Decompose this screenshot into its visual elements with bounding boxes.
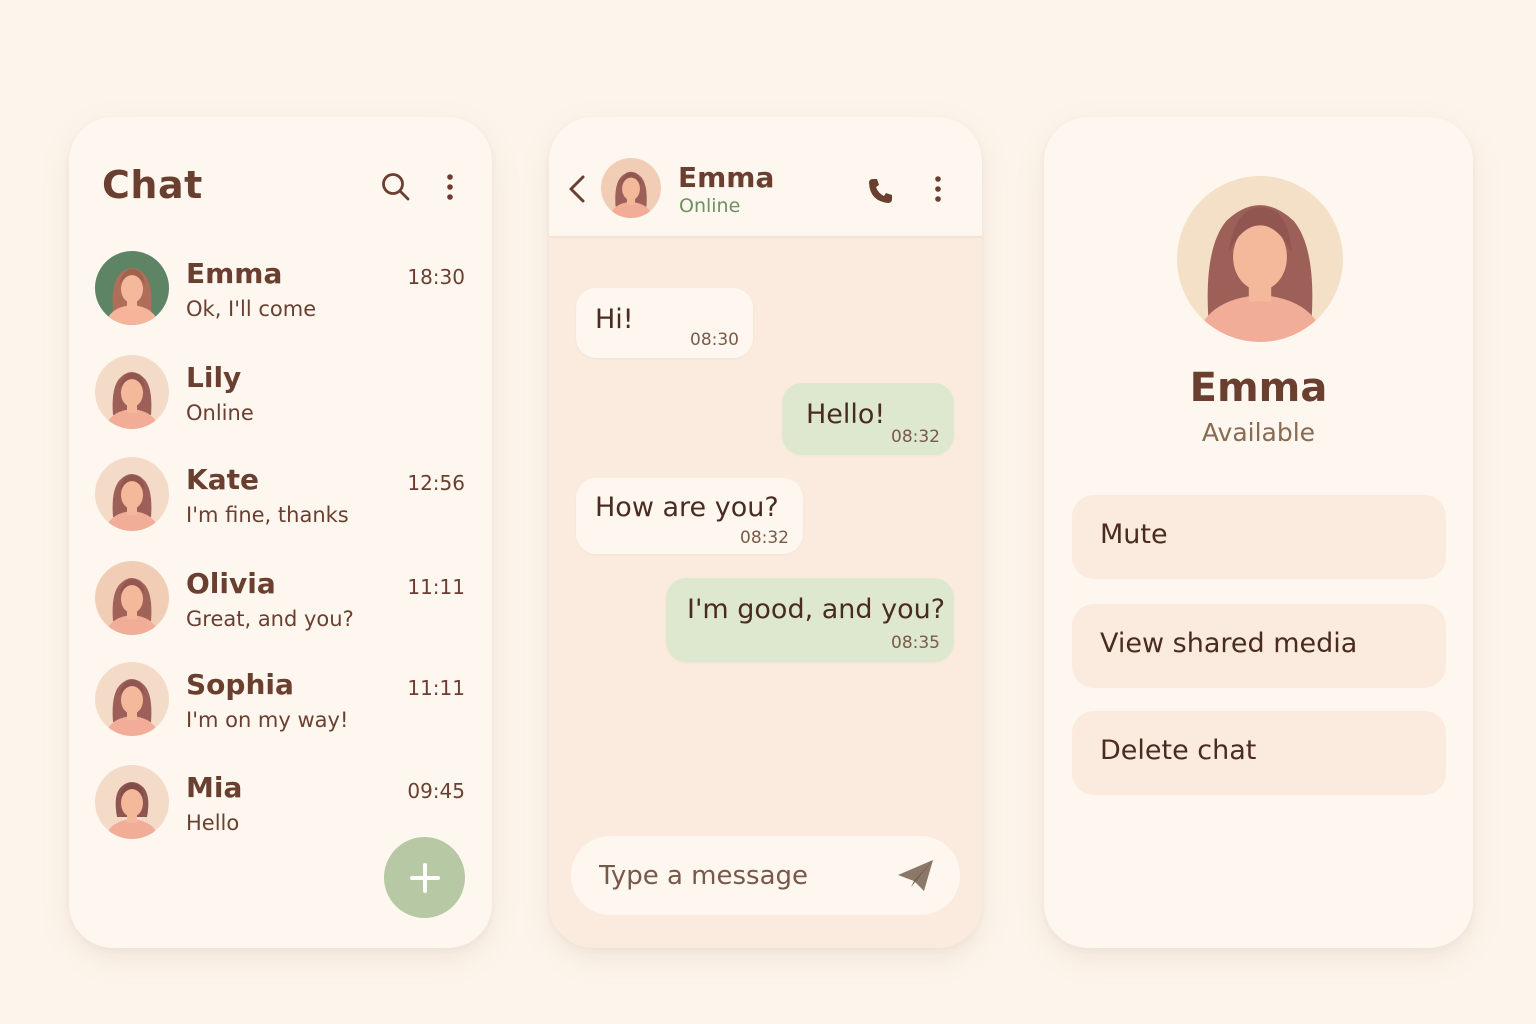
contact-name: Emma xyxy=(678,161,775,194)
message-bubble-outgoing[interactable]: I'm good, and you? 08:35 xyxy=(666,578,954,662)
avatar[interactable] xyxy=(601,158,661,218)
contact-name: Sophia xyxy=(186,668,294,701)
contact-profile-panel: Emma Available Mute View shared media De… xyxy=(1044,117,1473,948)
action-label: View shared media xyxy=(1100,628,1358,659)
message-text: I'm good, and you? xyxy=(687,594,946,625)
search-icon[interactable] xyxy=(378,169,414,205)
more-vertical-icon[interactable] xyxy=(920,171,956,207)
action-label: Delete chat xyxy=(1100,735,1257,766)
message-time: 08:30 xyxy=(690,330,739,350)
message-text: How are you? xyxy=(595,492,779,523)
page-title: Chat xyxy=(102,163,203,207)
message-bubble-incoming[interactable]: How are you? 08:32 xyxy=(576,478,803,554)
message-bubble-incoming[interactable]: Hi! 08:30 xyxy=(576,288,753,358)
back-icon[interactable] xyxy=(565,173,589,205)
more-vertical-icon[interactable] xyxy=(432,169,468,205)
chat-list-panel: Chat Emma Ok, I'll come 18:30 Lily Onlin… xyxy=(69,117,492,948)
avatar xyxy=(1177,176,1343,342)
contact-time: 11:11 xyxy=(407,676,465,700)
message-composer xyxy=(571,836,960,915)
contact-name: Mia xyxy=(186,771,243,804)
avatar xyxy=(95,251,169,325)
contact-last-message: I'm on my way! xyxy=(186,708,349,732)
chat-header: Emma Online xyxy=(549,117,982,238)
message-input[interactable] xyxy=(599,856,879,896)
contact-time: 09:45 xyxy=(407,779,465,803)
contact-row-lily[interactable]: Lily Online xyxy=(93,355,473,435)
message-time: 08:35 xyxy=(891,633,940,653)
contact-row-sophia[interactable]: Sophia I'm on my way! 11:11 xyxy=(93,662,473,742)
message-time: 08:32 xyxy=(740,528,789,548)
contact-last-message: Great, and you? xyxy=(186,607,354,631)
message-bubble-outgoing[interactable]: Hello! 08:32 xyxy=(782,383,954,455)
contact-time: 18:30 xyxy=(407,265,465,289)
avatar xyxy=(95,457,169,531)
profile-name: Emma xyxy=(1189,365,1328,411)
message-text: Hi! xyxy=(595,304,634,335)
message-text: Hello! xyxy=(806,399,886,430)
contact-name: Emma xyxy=(186,257,283,290)
contact-last-message: Ok, I'll come xyxy=(186,297,317,321)
contact-last-message: Hello xyxy=(186,811,240,835)
contact-name: Lily xyxy=(186,361,242,394)
contact-row-kate[interactable]: Kate I'm fine, thanks 12:56 xyxy=(93,457,473,537)
contact-name: Kate xyxy=(186,463,259,496)
contact-row-olivia[interactable]: Olivia Great, and you? 11:11 xyxy=(93,561,473,641)
avatar xyxy=(95,765,169,839)
conversation-panel: Emma Online Hi! 08:30 Hello! 08:32 How a… xyxy=(549,117,982,948)
send-icon[interactable] xyxy=(895,856,937,896)
contact-name: Olivia xyxy=(186,567,276,600)
plus-icon xyxy=(409,862,440,893)
avatar xyxy=(95,662,169,736)
view-shared-media-button[interactable]: View shared media xyxy=(1072,604,1446,688)
message-time: 08:32 xyxy=(891,427,940,447)
new-chat-button[interactable] xyxy=(384,837,465,918)
contact-last-message: I'm fine, thanks xyxy=(186,503,349,527)
contact-time: 12:56 xyxy=(407,471,465,495)
phone-icon[interactable] xyxy=(863,173,899,209)
contact-row-emma[interactable]: Emma Ok, I'll come 18:30 xyxy=(93,251,473,331)
contact-status: Online xyxy=(679,195,741,217)
mute-button[interactable]: Mute xyxy=(1072,495,1446,579)
profile-status: Available xyxy=(1201,418,1316,447)
contact-last-message: Online xyxy=(186,401,254,425)
avatar xyxy=(95,355,169,429)
avatar xyxy=(95,561,169,635)
action-label: Mute xyxy=(1100,519,1168,550)
contact-row-mia[interactable]: Mia Hello 09:45 xyxy=(93,765,473,845)
delete-chat-button[interactable]: Delete chat xyxy=(1072,711,1446,795)
contact-time: 11:11 xyxy=(407,575,465,599)
